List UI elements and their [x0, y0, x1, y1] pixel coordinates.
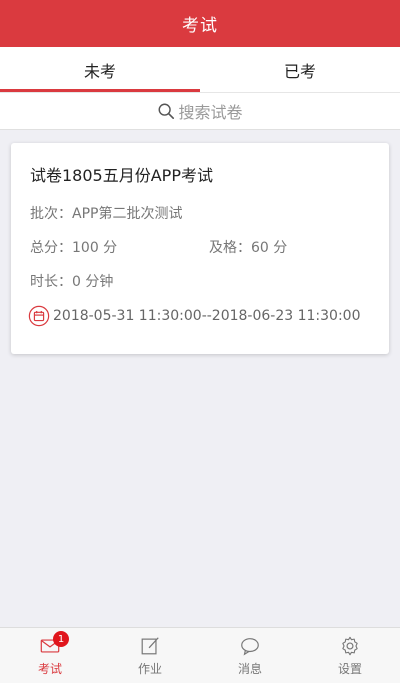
edit-icon	[141, 636, 159, 654]
exam-score-row: 总分：100 分 及格：60 分	[30, 237, 370, 257]
exam-date-row: 2018-05-31 11:30:00--2018-06-23 11:30:00	[28, 305, 360, 327]
tab-not-taken[interactable]: 未考	[0, 47, 200, 92]
search-icon	[159, 103, 175, 120]
nav-item-exam[interactable]: 1 考试	[0, 628, 100, 683]
exam-batch: 批次：APP第二批次测试	[30, 206, 183, 222]
exam-duration: 时长：0 分钟	[30, 274, 114, 290]
exam-card[interactable]: 试卷1805五月份APP考试 批次：APP第二批次测试 总分：100 分 及格：…	[11, 143, 389, 354]
nav-item-messages[interactable]: 消息	[200, 628, 300, 683]
search-placeholder: 搜索试卷	[178, 103, 243, 122]
nav-label: 作业	[137, 661, 162, 676]
nav-item-settings[interactable]: 设置	[300, 628, 400, 683]
app-header: 考试	[0, 0, 400, 47]
exam-date-range: 2018-05-31 11:30:00--2018-06-23 11:30:00	[53, 308, 361, 324]
nav-label: 消息	[237, 661, 262, 676]
search-bar[interactable]: 搜索试卷	[0, 92, 400, 130]
page-title: 考试	[182, 16, 218, 36]
calendar-icon	[28, 305, 50, 327]
tab-taken[interactable]: 已考	[200, 47, 400, 92]
nav-label: 设置	[337, 661, 362, 676]
tab-bar: 未考 已考	[0, 47, 400, 92]
bottom-nav: 1 考试 作业 消息 设置	[0, 627, 400, 683]
gear-icon	[342, 636, 358, 655]
nav-label: 考试	[37, 661, 62, 676]
exam-total-score: 总分：100 分	[30, 240, 118, 256]
tab-label: 未考	[83, 61, 116, 81]
nav-item-homework[interactable]: 作业	[100, 628, 200, 683]
tab-label: 已考	[283, 61, 316, 81]
exam-pass-score: 及格：60 分	[209, 240, 288, 256]
notification-badge: 1	[53, 631, 69, 647]
exam-screen: 考试 未考 已考 搜索试卷 试卷1805五月份APP考试 批次：APP第二批次测…	[0, 0, 400, 683]
exam-title: 试卷1805五月份APP考试	[30, 166, 213, 185]
chat-icon	[241, 637, 259, 656]
